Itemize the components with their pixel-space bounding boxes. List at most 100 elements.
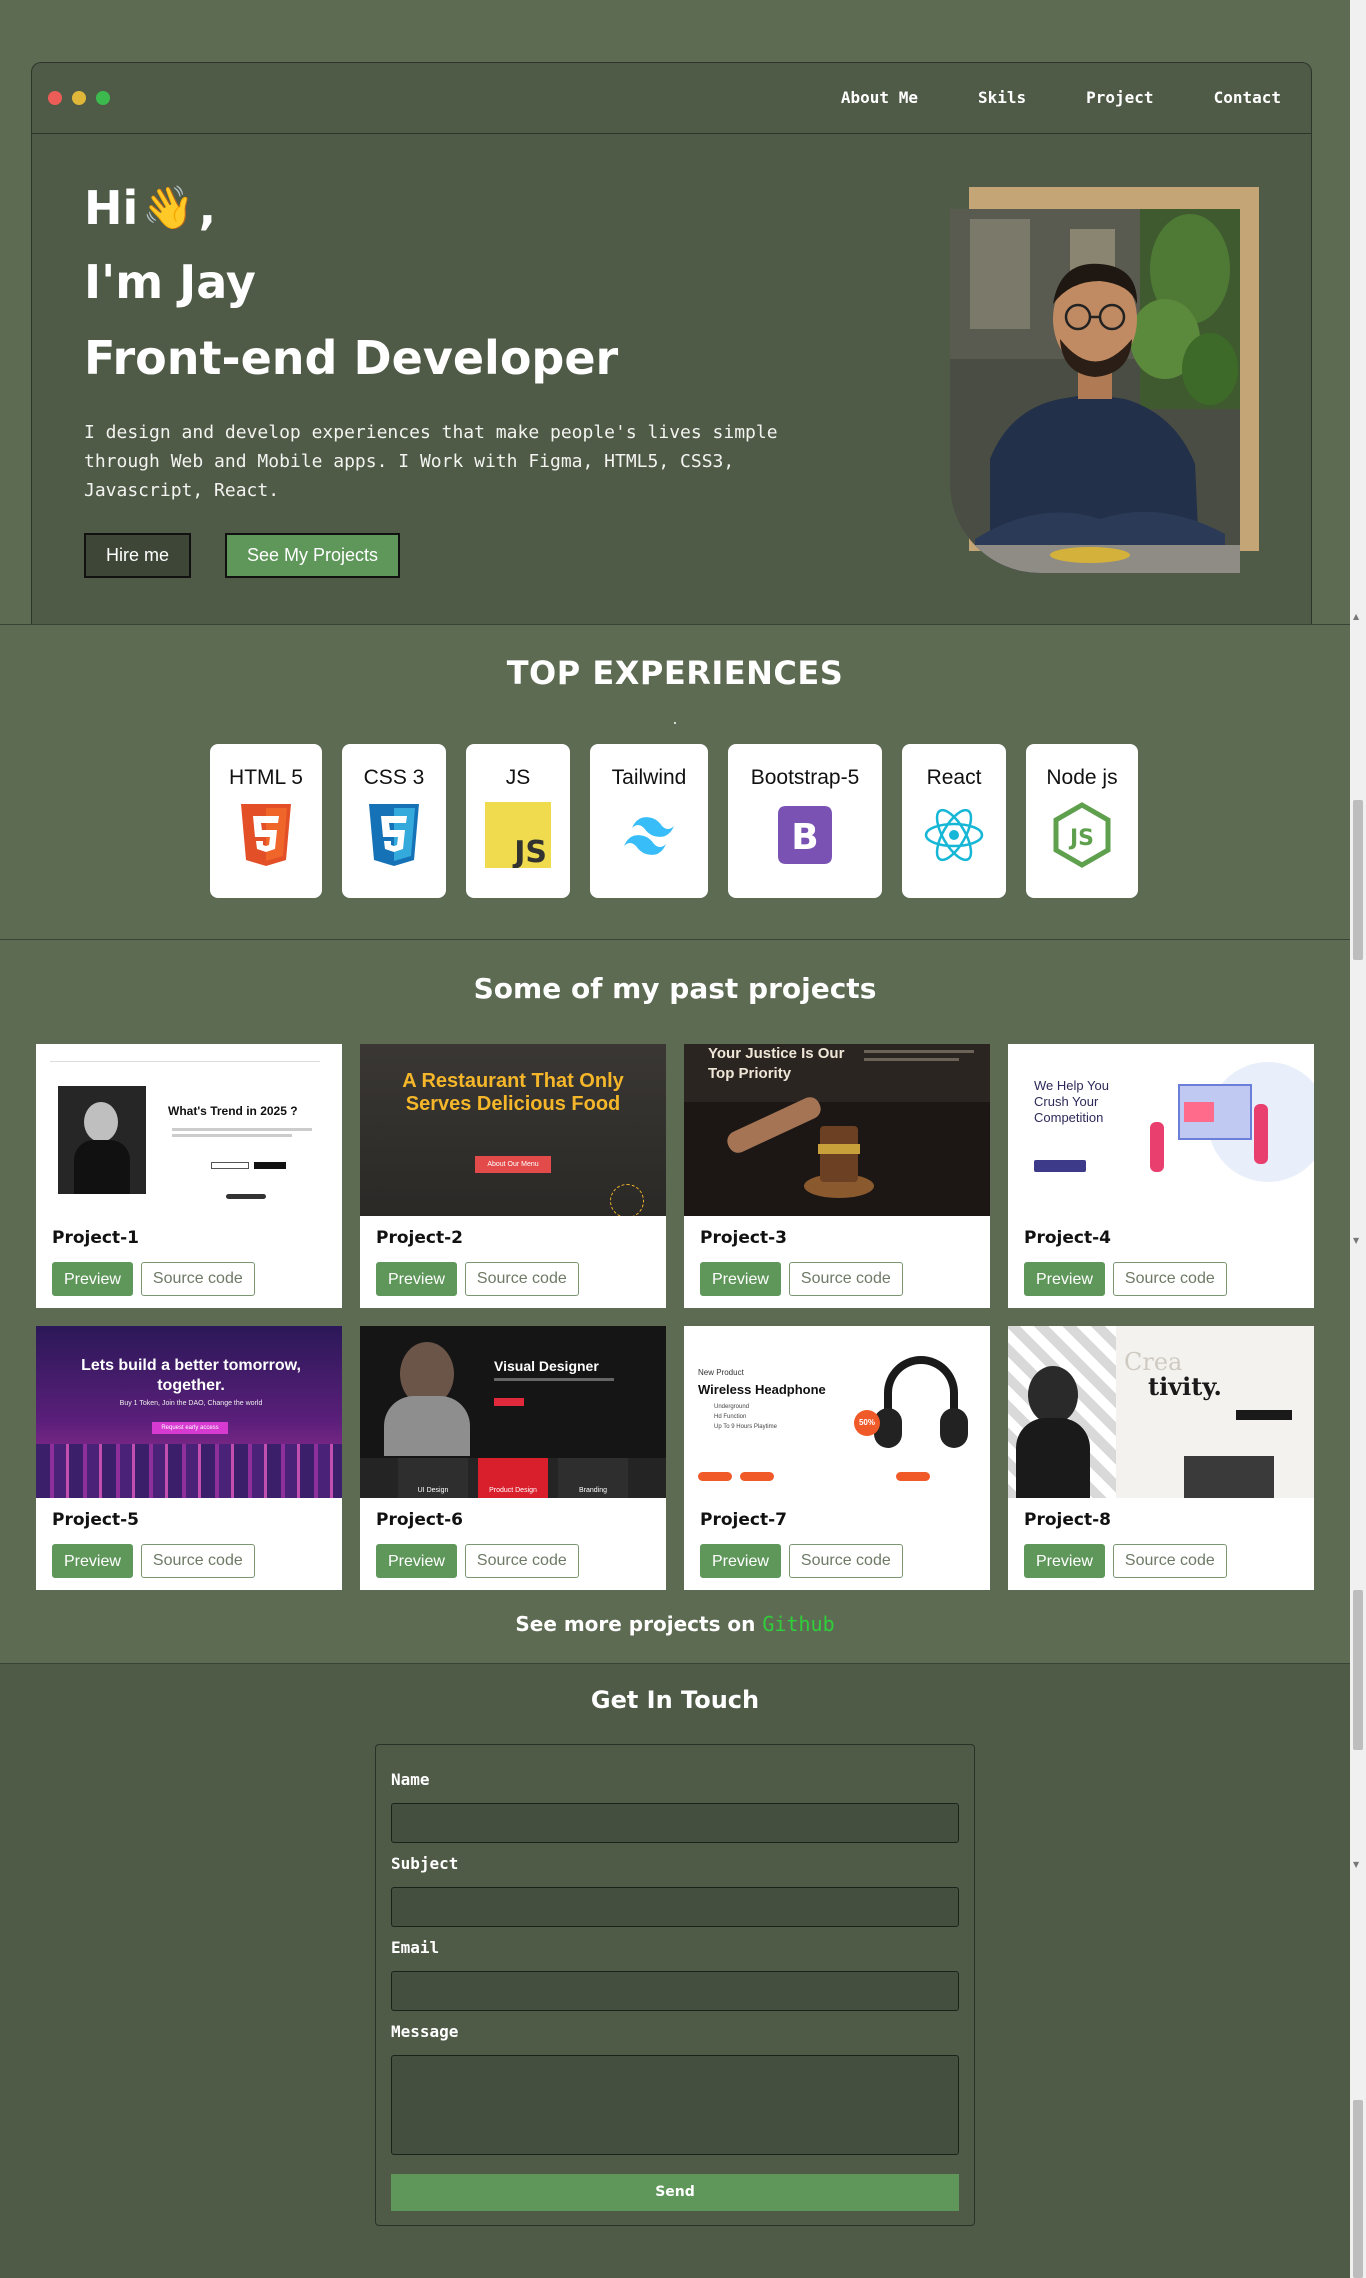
source-code-button[interactable]: Source code xyxy=(1112,1544,1227,1578)
thumb-cta: Request early access xyxy=(152,1422,228,1434)
scroll-down-arrow-icon[interactable]: ▼ xyxy=(1353,1860,1359,1869)
preview-button[interactable]: Preview xyxy=(700,1262,781,1296)
projects-grid: What's Trend in 2025 ? Project-1 Preview… xyxy=(36,1044,1314,1590)
scrollbar-thumb[interactable] xyxy=(1353,800,1363,960)
source-code-button[interactable]: Source code xyxy=(140,1544,255,1578)
experiences-title: TOP EXPERIENCES xyxy=(506,654,844,692)
project-card: New Product Wireless Headphone Undergrou… xyxy=(684,1326,990,1590)
scrollbar-thumb[interactable] xyxy=(1353,2100,1363,2278)
project-actions: Preview Source code xyxy=(376,1262,579,1296)
project-thumbnail[interactable]: We Help You Crush Your Competition xyxy=(1008,1044,1314,1216)
project-card: We Help You Crush Your Competition Proje… xyxy=(1008,1044,1314,1308)
projects-title: Some of my past projects xyxy=(473,972,877,1005)
hire-me-button[interactable]: Hire me xyxy=(84,533,192,578)
css3-icon xyxy=(369,804,419,866)
skill-label: JS xyxy=(505,766,531,789)
source-code-button[interactable]: Source code xyxy=(1112,1262,1227,1296)
scroll-down-arrow-icon[interactable]: ▼ xyxy=(1353,1236,1359,1245)
skill-label: HTML 5 xyxy=(229,766,303,789)
project-card: Your Justice Is Our Top Priority Project… xyxy=(684,1044,990,1308)
project-card: A Restaurant That Only Serves Delicious … xyxy=(360,1044,666,1308)
source-code-button[interactable]: Source code xyxy=(788,1544,903,1578)
preview-button[interactable]: Preview xyxy=(1024,1262,1105,1296)
scroll-up-arrow-icon[interactable]: ▲ xyxy=(1353,612,1359,621)
skill-label: React xyxy=(926,766,982,789)
project-thumbnail[interactable]: What's Trend in 2025 ? xyxy=(36,1044,342,1216)
hero-intro: Hi 👋 , I'm Jay Front-end Developer I des… xyxy=(84,178,804,578)
svg-text:JS: JS xyxy=(512,835,547,868)
thumb-headline: What's Trend in 2025 ? xyxy=(168,1104,298,1118)
greeting-hi: Hi xyxy=(84,181,139,235)
project-thumbnail[interactable]: Lets build a better tomorrow, together. … xyxy=(36,1326,342,1498)
scrollbar-thumb[interactable] xyxy=(1353,1590,1363,1750)
message-textarea[interactable] xyxy=(391,2055,959,2155)
tailwind-icon xyxy=(624,817,674,855)
preview-button[interactable]: Preview xyxy=(376,1262,457,1296)
email-label: Email xyxy=(391,1938,440,1957)
source-code-button[interactable]: Source code xyxy=(788,1262,903,1296)
source-code-button[interactable]: Source code xyxy=(140,1262,255,1296)
window-controls xyxy=(48,91,110,105)
project-actions: Preview Source code xyxy=(52,1544,255,1578)
see-projects-button[interactable]: See My Projects xyxy=(225,533,401,578)
project-thumbnail[interactable]: Your Justice Is Our Top Priority xyxy=(684,1044,990,1216)
preview-button[interactable]: Preview xyxy=(1024,1544,1105,1578)
maximize-dot xyxy=(96,91,110,105)
hero-name: I'm Jay xyxy=(84,255,256,309)
skill-label: CSS 3 xyxy=(363,766,425,789)
section-divider xyxy=(0,624,1350,625)
nav-about-me[interactable]: About Me xyxy=(841,88,918,107)
project-thumbnail[interactable]: Crea tivity. xyxy=(1008,1326,1314,1498)
thumb-headline: tivity. xyxy=(1148,1372,1222,1401)
nav-project[interactable]: Project xyxy=(1086,88,1153,107)
greeting: Hi 👋 , xyxy=(84,178,804,238)
react-icon xyxy=(924,808,984,862)
project-actions: Preview Source code xyxy=(700,1544,903,1578)
thumb-tab: UI Design xyxy=(398,1458,468,1498)
page-scrollbar[interactable] xyxy=(1350,0,1366,2278)
github-callout-text: See more projects on xyxy=(515,1612,756,1636)
bootstrap-icon: B xyxy=(778,806,832,864)
hero-actions: Hire me See My Projects xyxy=(84,533,804,578)
thumb-tab: Branding xyxy=(558,1458,628,1498)
source-code-button[interactable]: Source code xyxy=(464,1544,579,1578)
preview-button[interactable]: Preview xyxy=(376,1544,457,1578)
send-button[interactable]: Send xyxy=(391,2174,959,2211)
section-divider xyxy=(0,939,1350,940)
subject-label: Subject xyxy=(391,1854,459,1873)
thumb-subtitle: Buy 1 Token, Join the DAO, Change the wo… xyxy=(119,1400,263,1407)
project-card: Crea tivity. Project-8 Preview Source co… xyxy=(1008,1326,1314,1590)
name-input[interactable] xyxy=(391,1803,959,1843)
subject-input[interactable] xyxy=(391,1887,959,1927)
skills-list: HTML 5 CSS 3 JS JS Tailwind Bootstrap-5 xyxy=(210,744,1138,898)
javascript-icon: JS xyxy=(485,802,551,868)
preview-button[interactable]: Preview xyxy=(52,1544,133,1578)
preview-button[interactable]: Preview xyxy=(700,1544,781,1578)
preview-button[interactable]: Preview xyxy=(52,1262,133,1296)
project-name: Project-2 xyxy=(376,1228,463,1248)
thumb-headline: We Help You Crush Your Competition xyxy=(1034,1078,1109,1125)
source-code-button[interactable]: Source code xyxy=(464,1262,579,1296)
nav-skills[interactable]: Skils xyxy=(978,88,1026,107)
thumb-bullet: Underground xyxy=(714,1404,750,1410)
skill-card-react: React xyxy=(902,744,1006,898)
thumb-headline: Your Justice Is Our Top Priority xyxy=(708,1045,845,1082)
thumb-headline: A Restaurant That Only Serves Delicious … xyxy=(402,1070,624,1115)
project-name: Project-5 xyxy=(52,1510,139,1530)
nav-contact[interactable]: Contact xyxy=(1214,88,1281,107)
thumb-tab: Product Design xyxy=(478,1458,548,1498)
hero-role: Front-end Developer xyxy=(84,331,619,385)
waving-hand-icon: 👋 xyxy=(142,183,195,232)
email-input[interactable] xyxy=(391,1971,959,2011)
project-name: Project-4 xyxy=(1024,1228,1111,1248)
project-card: Visual Designer UI Design Product Design… xyxy=(360,1326,666,1590)
project-actions: Preview Source code xyxy=(1024,1544,1227,1578)
close-dot xyxy=(48,91,62,105)
github-link[interactable]: Github xyxy=(762,1612,834,1636)
project-thumbnail[interactable]: New Product Wireless Headphone Undergrou… xyxy=(684,1326,990,1498)
project-thumbnail[interactable]: Visual Designer UI Design Product Design… xyxy=(360,1326,666,1498)
skill-card-nodejs: Node js JS xyxy=(1026,744,1138,898)
project-thumbnail[interactable]: A Restaurant That Only Serves Delicious … xyxy=(360,1044,666,1216)
skill-card-css3: CSS 3 xyxy=(342,744,446,898)
project-actions: Preview Source code xyxy=(376,1544,579,1578)
